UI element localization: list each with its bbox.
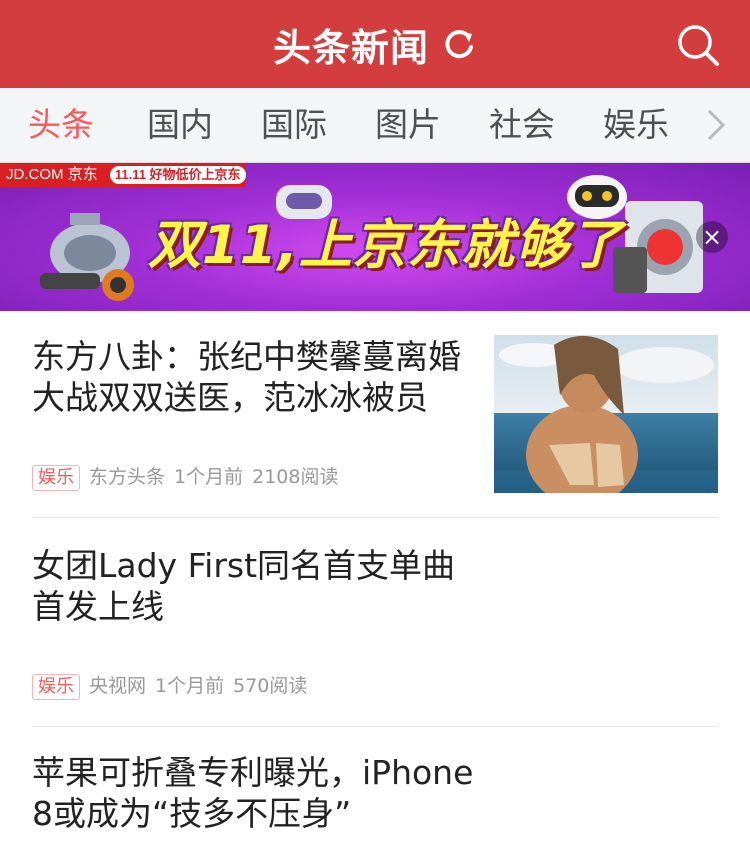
news-title[interactable]: 苹果可折叠专利曝光，iPhone 8或成为“技多不压身”	[32, 752, 477, 834]
tab-headline[interactable]: 头条	[28, 88, 94, 162]
news-meta: 娱乐 东方头条 1个月前 2108阅读	[32, 464, 347, 491]
search-icon[interactable]	[676, 23, 720, 67]
ad-close-button[interactable]: ×	[696, 221, 728, 253]
refresh-icon[interactable]	[441, 26, 477, 62]
ad-brand-strip: JD.COM 京东 11.11 好物低价上京东	[0, 163, 246, 187]
vacuum-product-image	[40, 213, 134, 301]
news-reads: 570阅读	[233, 675, 308, 697]
ad-banner[interactable]: JD.COM 京东 11.11 好物低价上京东 双11,上京东就够了 ×	[0, 163, 750, 311]
beach-photo-image	[494, 335, 718, 493]
divider	[32, 517, 718, 518]
tab-entertainment[interactable]: 娱乐	[603, 88, 669, 162]
app-title: 头条新闻	[272, 25, 429, 70]
category-tag: 娱乐	[32, 674, 80, 700]
news-title[interactable]: 东方八卦：张纪中樊馨蔓离婚大战双双送医，范冰冰被员	[32, 336, 477, 418]
news-reads: 2108阅读	[252, 466, 339, 488]
news-time: 1个月前	[174, 466, 244, 488]
news-meta: 娱乐 央视网 1个月前 570阅读	[32, 673, 316, 700]
tab-pictures[interactable]: 图片	[375, 88, 441, 162]
tab-society[interactable]: 社会	[489, 88, 555, 162]
news-item[interactable]: 女团Lady First同名首支单曲首发上线 娱乐 央视网 1个月前 570阅读	[32, 545, 718, 705]
news-thumbnail[interactable]	[494, 335, 718, 493]
news-item[interactable]: 苹果可折叠专利曝光，iPhone 8或成为“技多不压身”	[32, 752, 718, 852]
news-time: 1个月前	[155, 675, 225, 697]
top-bar: 头条新闻	[0, 0, 750, 88]
news-source: 央视网	[89, 675, 147, 697]
news-source: 东方头条	[89, 466, 166, 488]
tab-international[interactable]: 国际	[261, 88, 327, 162]
chevron-right-icon[interactable]	[706, 108, 726, 142]
news-title[interactable]: 女团Lady First同名首支单曲首发上线	[32, 545, 462, 627]
tab-domestic[interactable]: 国内	[147, 88, 213, 162]
app-brand: 头条新闻	[0, 0, 750, 88]
category-tag: 娱乐	[32, 465, 80, 491]
divider	[32, 726, 718, 727]
ad-promo-tag: 11.11 好物低价上京东	[109, 166, 246, 184]
channel-tab-bar: 头条 国内 国际 图片 社会 娱乐	[0, 88, 750, 163]
ad-brand: JD.COM 京东	[6, 166, 98, 183]
ad-slogan: 双11,上京东就够了	[148, 215, 623, 276]
